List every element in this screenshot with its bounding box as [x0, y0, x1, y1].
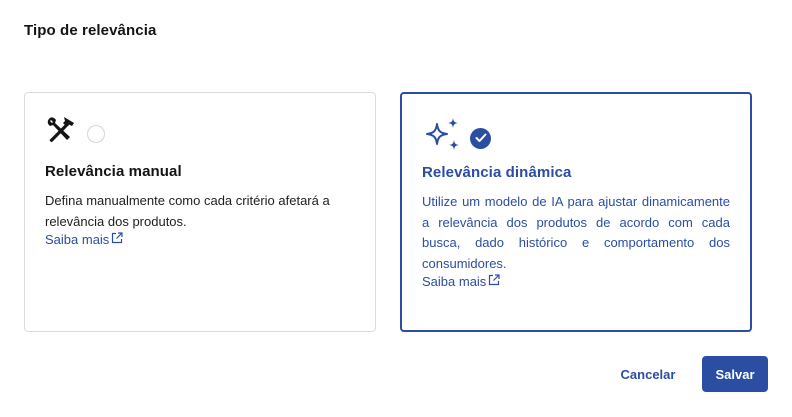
check-icon [475, 130, 487, 148]
option-manual-icon-row [45, 115, 105, 152]
cancel-button[interactable]: Cancelar [606, 356, 690, 392]
option-manual-description: Defina manualmente como cada critério af… [45, 193, 330, 229]
option-dynamic-heading: Relevância dinâmica [422, 164, 572, 181]
tools-icon [45, 115, 77, 152]
save-button[interactable]: Salvar [702, 356, 768, 392]
option-dynamic-icon-row [423, 116, 491, 161]
external-link-icon [486, 274, 500, 289]
option-manual-learn-more-link[interactable]: Saiba mais [45, 232, 123, 247]
sparkles-icon [423, 116, 463, 161]
external-link-icon [109, 232, 123, 247]
option-manual-heading: Relevância manual [45, 163, 182, 180]
option-dynamic-description: Utilize um modelo de IA para ajustar din… [422, 194, 730, 271]
option-dynamic-learn-more-label: Saiba mais [422, 274, 487, 289]
option-card-manual[interactable]: Relevância manual Defina manualmente com… [24, 92, 376, 332]
option-dynamic-learn-more-link[interactable]: Saiba mais [422, 274, 500, 289]
option-dynamic-radio-checked[interactable] [470, 128, 491, 149]
option-manual-learn-more-label: Saiba mais [45, 232, 110, 247]
section-title: Tipo de relevância [24, 22, 157, 39]
option-card-dynamic[interactable]: Relevância dinâmica Utilize um modelo de… [400, 92, 752, 332]
option-manual-radio[interactable] [87, 124, 105, 143]
